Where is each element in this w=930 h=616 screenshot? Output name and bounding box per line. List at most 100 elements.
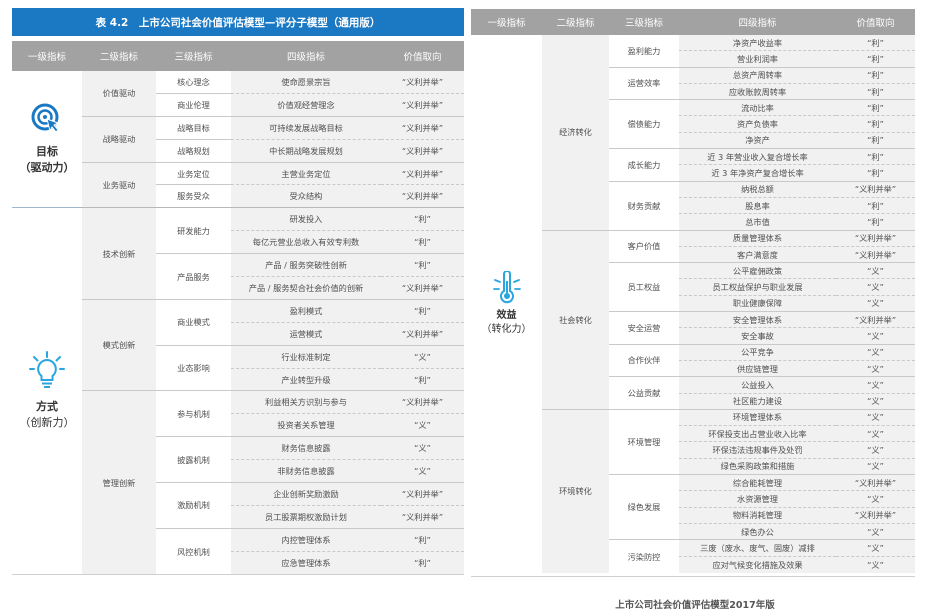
level1-method-sub: （创新力）: [19, 416, 75, 430]
value-cell: “义利并举”: [381, 391, 464, 415]
left-title-bar: 表 4.2 上市公司社会价值评估模型—评分子模型（通用版）: [12, 8, 464, 36]
value-cell: “义利并举”: [381, 162, 464, 186]
value-cell: “利”: [381, 551, 464, 575]
level4-cell: 职业健康保障: [679, 295, 836, 313]
level3-cell: 参与机制: [156, 391, 231, 438]
level4-cell: 公平雇佣政策: [679, 263, 836, 280]
value-cell: “义”: [836, 393, 915, 410]
level1-group-goal: 目标 （驱动力）: [12, 71, 82, 209]
level4-cell: 财务信息披露: [231, 437, 381, 461]
level2-cell: 技术创新: [82, 208, 156, 300]
level4-cell: 质量管理体系: [679, 230, 836, 247]
value-cell: “义”: [381, 460, 464, 484]
level2-cell: 价值驱动: [82, 71, 156, 117]
level4-cell: 企业创新奖励激励: [231, 483, 381, 506]
value-cell: “义利并举”: [381, 71, 464, 94]
level4-cell: 投资者关系管理: [231, 414, 381, 438]
level1-group-benefit: 效益 （转化力）: [471, 35, 542, 573]
header-level3: 三级指标: [156, 41, 231, 71]
value-cell: “义”: [836, 523, 915, 541]
level4-cell: 总资产周转率: [679, 67, 836, 84]
level4-cell: 安全事故: [679, 328, 836, 345]
level4-cell: 利益相关方识别与参与: [231, 391, 381, 415]
value-cell: “义”: [836, 458, 915, 476]
value-cell: “利”: [836, 116, 915, 133]
lightbulb-icon: [29, 351, 65, 389]
level4-cell: 绿色采购政策和措施: [679, 458, 836, 476]
level3-cell: 客户价值: [609, 231, 679, 264]
level3-cell: 战略目标: [156, 117, 231, 140]
level4-cell: 安全管理体系: [679, 312, 836, 329]
level2-cell: 管理创新: [82, 391, 156, 575]
header-level1: 一级指标: [471, 9, 542, 35]
left-table-title: 表 4.2 上市公司社会价值评估模型—评分子模型（通用版）: [95, 16, 381, 29]
level2-cell: 环境转化: [542, 409, 609, 573]
value-cell: “义利并举”: [836, 475, 915, 492]
level1-group-method: 方式 （创新力）: [12, 208, 82, 574]
level4-cell: 近 3 年营业收入复合增长率: [679, 149, 836, 166]
level4-cell: 股息率: [679, 197, 836, 215]
level4-cell: 中长期战略发展规划: [231, 139, 381, 163]
value-cell: “义”: [381, 437, 464, 461]
level4-cell: 可持续发展战略目标: [231, 116, 381, 140]
level4-cell: 受众结构: [231, 185, 381, 209]
value-cell: “利”: [836, 132, 915, 150]
level4-cell: 纳税总额: [679, 181, 836, 198]
value-cell: “义”: [836, 360, 915, 378]
level4-cell: 环境管理体系: [679, 409, 836, 427]
level4-cell: 非财务信息披露: [231, 460, 381, 484]
level4-cell: 应对气候变化措施及效果: [679, 556, 836, 573]
level3-cell: 战略规划: [156, 140, 231, 163]
value-cell: “义”: [836, 377, 915, 394]
level4-cell: 环保违法违规事件及处罚: [679, 442, 836, 459]
header-level1: 一级指标: [12, 41, 82, 71]
level3-cell: 绿色发展: [609, 475, 679, 541]
level3-cell: 员工权益: [609, 263, 679, 313]
level3-cell: 环境管理: [609, 410, 679, 476]
level3-cell: 合作伙伴: [609, 345, 679, 378]
level4-cell: 主营业务定位: [231, 162, 381, 186]
value-cell: “利”: [836, 100, 915, 117]
value-cell: “义”: [381, 414, 464, 438]
right-bottom-rule: [471, 576, 915, 577]
level4-cell: 近 3 年净资产复合增长率: [679, 165, 836, 182]
level3-cell: 商业伦理: [156, 94, 231, 117]
level4-cell: 每亿元营业总收入有效专利数: [231, 231, 381, 255]
value-cell: “利”: [381, 299, 464, 323]
level4-cell: 环保投支出占营业收入比率: [679, 426, 836, 443]
level4-cell: 产业转型升级: [231, 368, 381, 392]
level4-cell: 三废（废水、废气、固废）减排: [679, 540, 836, 557]
level4-cell: 价值观经营理念: [231, 93, 381, 117]
value-cell: “义”: [836, 540, 915, 557]
value-cell: “义”: [836, 491, 915, 508]
level3-cell: 研发能力: [156, 208, 231, 255]
level3-cell: 激励机制: [156, 483, 231, 529]
value-cell: “利”: [836, 214, 915, 231]
level3-cell: 商业模式: [156, 300, 231, 346]
level3-cell: 偿债能力: [609, 100, 679, 150]
level4-cell: 运营模式: [231, 322, 381, 346]
value-cell: “利”: [836, 67, 915, 84]
header-value: 价值取向: [381, 41, 464, 71]
level4-cell: 资产负债率: [679, 116, 836, 133]
level1-benefit-label: 效益: [496, 309, 517, 321]
level4-cell: 使命愿景宗旨: [231, 71, 381, 94]
value-cell: “义利并举”: [381, 93, 464, 117]
left-evaluation-table: 一级指标 二级指标 三级指标 四级指标 价值取向 目标 （驱动力） 方式 （创新…: [12, 41, 464, 575]
value-cell: “义利并举”: [381, 185, 464, 209]
level4-cell: 营业利润率: [679, 51, 836, 68]
level4-cell: 应收账款周转率: [679, 83, 836, 101]
level4-cell: 应急管理体系: [231, 551, 381, 575]
level4-cell: 研发投入: [231, 208, 381, 232]
value-cell: “义”: [836, 409, 915, 427]
level3-cell: 安全运营: [609, 312, 679, 345]
level1-benefit-sub: （转化力）: [481, 323, 532, 335]
value-cell: “义利并举”: [381, 139, 464, 163]
level3-cell: 成长能力: [609, 149, 679, 182]
value-cell: “利”: [381, 254, 464, 278]
level1-method-label: 方式: [36, 400, 58, 414]
level2-cell: 经济转化: [542, 35, 609, 231]
target-cursor-icon: [31, 103, 60, 133]
value-cell: “义利并举”: [381, 277, 464, 300]
value-cell: “利”: [381, 208, 464, 232]
